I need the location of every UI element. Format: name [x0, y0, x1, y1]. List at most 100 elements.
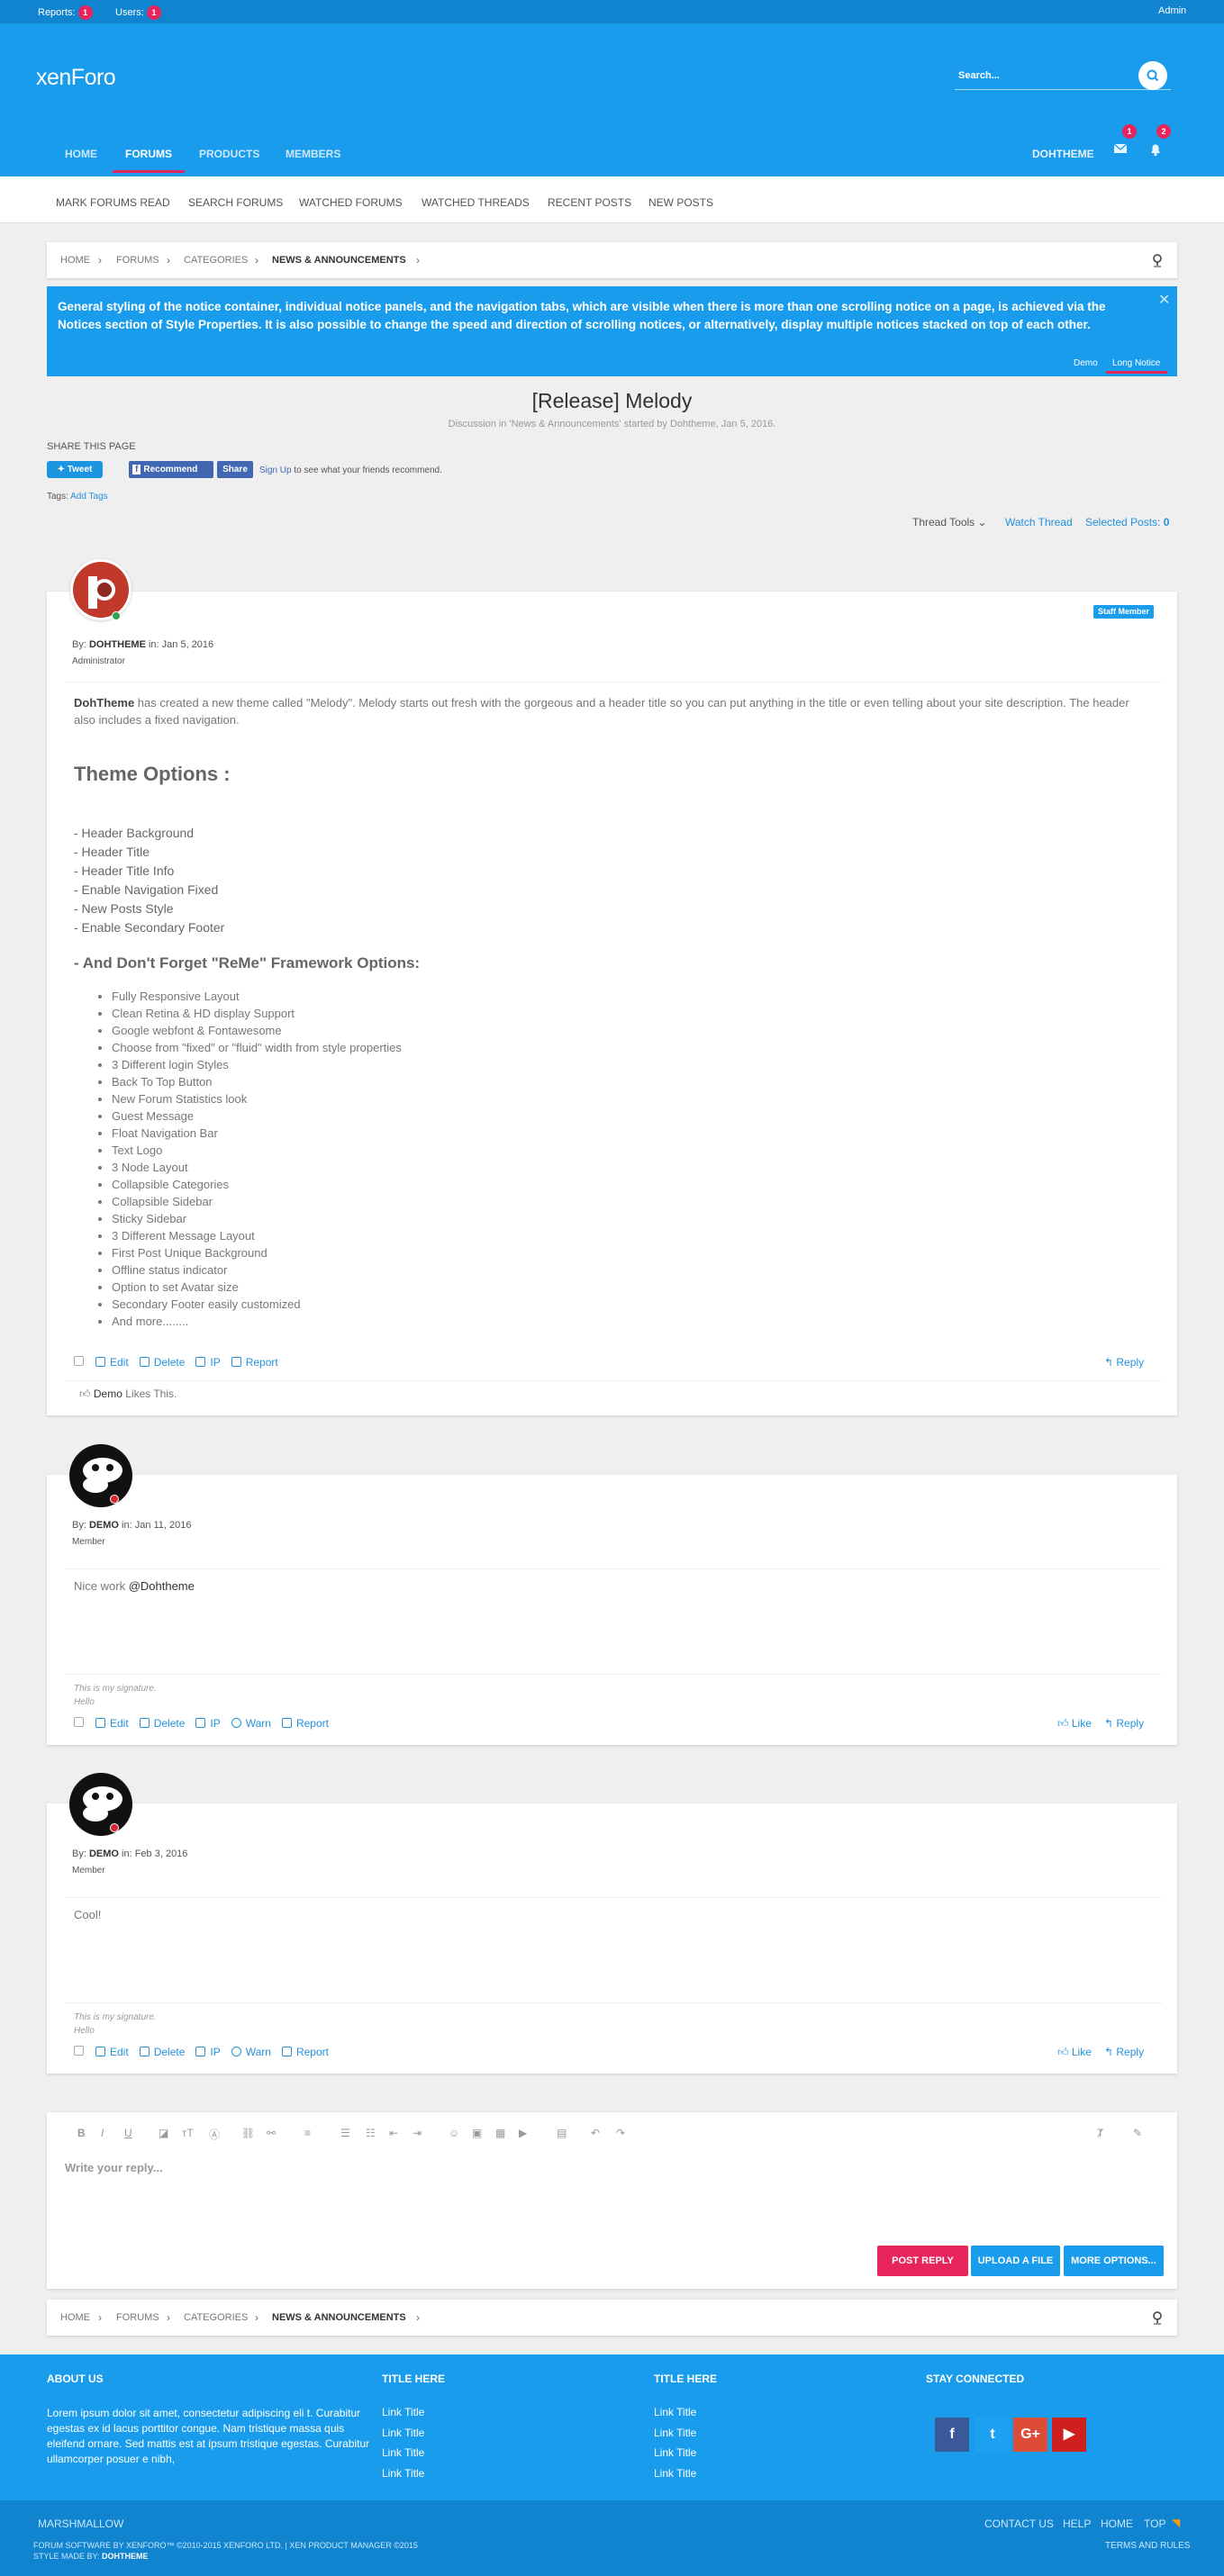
new-posts-link[interactable]: NEW POSTS	[648, 196, 713, 209]
nav-forums[interactable]: FORUMS	[125, 148, 172, 160]
rss-icon[interactable]: ◥	[1172, 2517, 1180, 2529]
breadcrumb-news[interactable]: NEWS & ANNOUNCEMENTS	[272, 242, 406, 278]
ip-button[interactable]: IP	[195, 1356, 221, 1369]
style-author-link[interactable]: DOHTHEME	[102, 2552, 149, 2561]
like-button[interactable]: 👍︎ Like	[1057, 1717, 1092, 1731]
breadcrumb-forums[interactable]: FORUMS	[116, 242, 159, 278]
watched-threads-link[interactable]: WATCHED THREADS	[422, 196, 530, 209]
twitter-icon[interactable]: t	[975, 2418, 1010, 2452]
edit-button[interactable]: Edit	[95, 1356, 129, 1369]
ip-button[interactable]: IP	[195, 2046, 221, 2058]
video-icon[interactable]: ▶	[519, 2127, 527, 2139]
notice-tab-demo[interactable]: Demo	[1074, 358, 1098, 368]
delete-button[interactable]: Delete	[139, 2046, 185, 2058]
home-link[interactable]: HOME	[1101, 2517, 1133, 2530]
warn-button[interactable]: Warn	[231, 2046, 271, 2058]
post-select-checkbox[interactable]	[74, 1356, 84, 1366]
breadcrumb-forums[interactable]: FORUMS	[116, 2300, 159, 2336]
image-icon[interactable]: ▣	[472, 2127, 482, 2139]
remove-format-icon[interactable]: Ⱦ	[1097, 2127, 1103, 2139]
breadcrumb-home[interactable]: HOME	[60, 242, 90, 278]
breadcrumb-home[interactable]: HOME	[60, 2300, 90, 2336]
breadcrumb-categories[interactable]: CATEGORIES	[184, 242, 248, 278]
breadcrumb-news[interactable]: NEWS & ANNOUNCEMENTS	[272, 2300, 406, 2336]
avatar[interactable]	[68, 1443, 132, 1507]
more-options-button[interactable]: MORE OPTIONS...	[1064, 2246, 1164, 2276]
post-select-checkbox[interactable]	[74, 1717, 84, 1727]
breadcrumb-categories[interactable]: CATEGORIES	[184, 2300, 248, 2336]
report-button[interactable]: Report	[231, 1356, 278, 1369]
reply-button[interactable]: ↰ Reply	[1104, 1717, 1144, 1730]
report-button[interactable]: Report	[281, 1717, 329, 1730]
post-select-checkbox[interactable]	[74, 2046, 84, 2056]
search-button[interactable]	[1138, 61, 1167, 90]
undo-icon[interactable]: ↶	[591, 2127, 600, 2139]
share-button[interactable]: Share	[217, 461, 253, 478]
post-author-link[interactable]: DOHTHEME	[89, 639, 146, 650]
nav-home[interactable]: HOME	[65, 148, 97, 160]
footer-link[interactable]: Link Title	[654, 2406, 696, 2418]
footer-link[interactable]: Link Title	[382, 2406, 424, 2418]
user-menu[interactable]: DOHTHEME	[1032, 148, 1094, 160]
close-icon[interactable]: ✕	[1158, 291, 1170, 309]
post-author-link[interactable]: DEMO	[89, 1520, 119, 1531]
italic-icon[interactable]: I	[101, 2127, 104, 2139]
admin-link[interactable]: Admin	[1158, 5, 1186, 16]
help-link[interactable]: HELP	[1063, 2517, 1091, 2530]
footer-link[interactable]: Link Title	[382, 2467, 424, 2480]
signup-link[interactable]: Sign Up	[259, 465, 292, 475]
footer-link[interactable]: Link Title	[654, 2467, 696, 2480]
watched-forums-link[interactable]: WATCHED FORUMS	[299, 196, 403, 209]
location-pin-icon[interactable]	[1151, 2310, 1164, 2327]
footer-link[interactable]: Link Title	[654, 2446, 696, 2459]
mark-forums-read-link[interactable]: MARK FORUMS READ	[56, 196, 170, 209]
redo-icon[interactable]: ↷	[616, 2127, 625, 2139]
footer-link[interactable]: Link Title	[654, 2427, 696, 2439]
align-icon[interactable]: ≡	[304, 2127, 311, 2139]
liker-link[interactable]: Demo	[94, 1387, 122, 1400]
media-icon[interactable]: ▦	[495, 2127, 505, 2139]
add-tags-link[interactable]: Add Tags	[70, 492, 108, 502]
font-color-icon[interactable]: ◪	[159, 2127, 168, 2139]
watch-thread-link[interactable]: Watch Thread	[1005, 516, 1073, 529]
avatar[interactable]	[70, 559, 131, 620]
edit-button[interactable]: Edit	[95, 2046, 129, 2058]
recent-posts-link[interactable]: RECENT POSTS	[548, 196, 631, 209]
reply-textarea[interactable]: Write your reply...	[65, 2161, 1155, 2233]
site-logo[interactable]: xenForo	[36, 65, 116, 91]
ip-button[interactable]: IP	[195, 1717, 221, 1730]
smilie-icon[interactable]: ☺	[449, 2127, 459, 2139]
recommend-button[interactable]: f Recommend	[129, 461, 213, 478]
bold-icon[interactable]: B	[77, 2127, 86, 2139]
upload-file-button[interactable]: UPLOAD A FILE	[971, 2246, 1060, 2276]
toggle-bbcode-icon[interactable]: ✎	[1133, 2127, 1142, 2139]
save-draft-icon[interactable]: ▤	[557, 2127, 567, 2139]
delete-button[interactable]: Delete	[139, 1356, 185, 1369]
youtube-icon[interactable]: ▶	[1052, 2418, 1086, 2452]
footer-link[interactable]: Link Title	[382, 2427, 424, 2439]
users-link[interactable]: Users: 1	[115, 5, 161, 20]
bullet-list-icon[interactable]: ☰	[340, 2127, 350, 2139]
terms-link[interactable]: TERMS AND RULES	[1105, 2541, 1190, 2551]
facebook-icon[interactable]: f	[935, 2418, 969, 2452]
reply-button[interactable]: ↰ Reply	[1104, 1356, 1144, 1369]
warn-button[interactable]: Warn	[231, 1717, 271, 1730]
tweet-button[interactable]: ✦ Tweet	[47, 461, 103, 478]
top-link[interactable]: TOP	[1144, 2517, 1165, 2530]
delete-button[interactable]: Delete	[139, 1717, 185, 1730]
footer-link[interactable]: Link Title	[382, 2446, 424, 2459]
unlink-icon[interactable]: ⚯	[267, 2127, 276, 2139]
inbox-button[interactable]	[1113, 142, 1128, 158]
notice-tab-long[interactable]: Long Notice	[1112, 358, 1160, 368]
like-button[interactable]: 👍︎ Like	[1057, 2046, 1092, 2059]
report-button[interactable]: Report	[281, 2046, 329, 2058]
google-plus-icon[interactable]: G+	[1013, 2418, 1047, 2452]
indent-icon[interactable]: ⇥	[413, 2127, 422, 2139]
edit-button[interactable]: Edit	[95, 1717, 129, 1730]
numbered-list-icon[interactable]: ☷	[366, 2127, 376, 2139]
thread-tools-menu[interactable]: Thread Tools ⌄	[912, 516, 987, 529]
style-name[interactable]: MARSHMALLOW	[38, 2517, 123, 2530]
reports-link[interactable]: Reports: 1	[38, 5, 93, 20]
contact-us-link[interactable]: CONTACT US	[984, 2517, 1054, 2530]
post-reply-button[interactable]: POST REPLY	[877, 2246, 968, 2276]
